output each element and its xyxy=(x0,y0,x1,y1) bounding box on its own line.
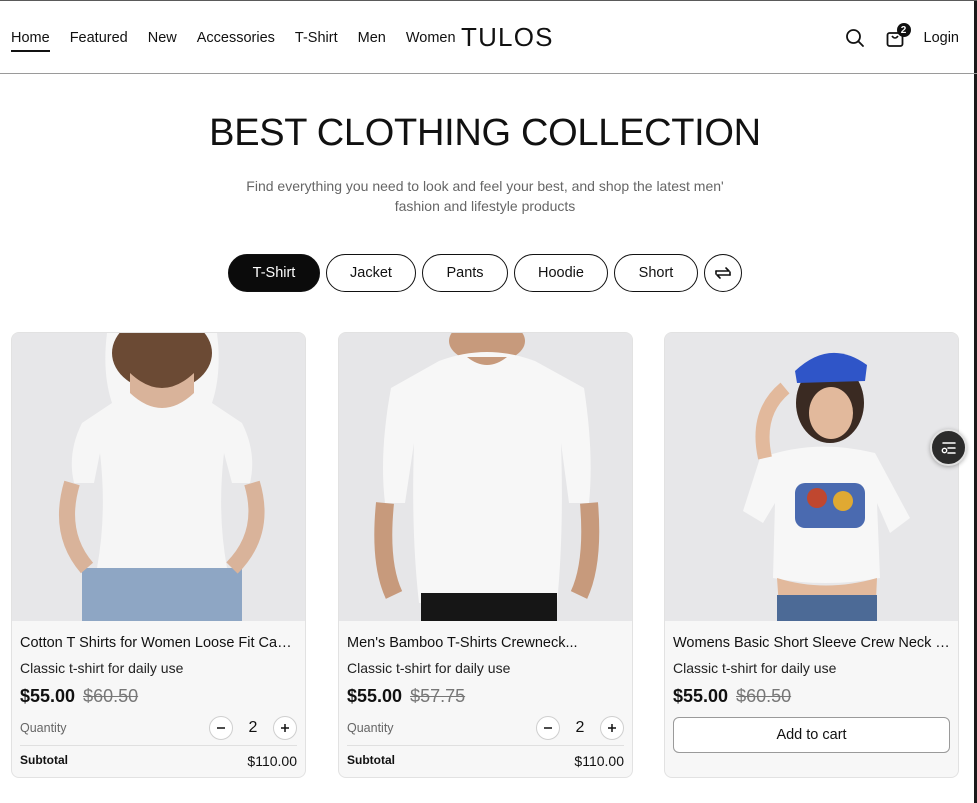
product-description: Classic t-shirt for daily use xyxy=(673,660,837,676)
nav-new[interactable]: New xyxy=(148,29,177,52)
quantity-label: Quantity xyxy=(20,721,67,735)
search-button[interactable] xyxy=(842,25,868,51)
plus-icon xyxy=(281,724,289,732)
swap-arrows-icon xyxy=(715,267,731,279)
add-to-cart-button[interactable]: Add to cart xyxy=(673,717,950,753)
product-price: $55.00 xyxy=(673,686,729,706)
category-filters: T-Shirt Jacket Pants Hoodie Short xyxy=(228,254,742,292)
product-title[interactable]: Cotton T Shirts for Women Loose Fit Casu… xyxy=(20,635,297,651)
subtotal-row: Subtotal $110.00 xyxy=(347,745,624,769)
cart-button[interactable]: 2 xyxy=(882,23,911,51)
filter-tshirt[interactable]: T-Shirt xyxy=(228,254,320,292)
minus-icon xyxy=(217,727,225,729)
nav-men[interactable]: Men xyxy=(358,29,386,52)
quantity-label: Quantity xyxy=(347,721,394,735)
product-image[interactable] xyxy=(339,333,632,621)
product-image[interactable] xyxy=(12,333,305,621)
product-price: $55.00 xyxy=(347,686,403,706)
hero-title: BEST CLOTHING COLLECTION xyxy=(209,112,761,154)
decrease-button[interactable] xyxy=(536,716,560,740)
price-row: $55.00 $60.50 xyxy=(673,686,950,707)
filter-short[interactable]: Short xyxy=(614,254,698,292)
decrease-button[interactable] xyxy=(209,716,233,740)
product-image[interactable] xyxy=(665,333,958,621)
filter-jacket[interactable]: Jacket xyxy=(326,254,416,292)
product-old-price: $60.50 xyxy=(736,686,792,706)
filter-hoodie[interactable]: Hoodie xyxy=(514,254,608,292)
price-row: $55.00 $57.75 xyxy=(347,686,624,707)
subtotal-label: Subtotal xyxy=(347,753,395,767)
filter-pants[interactable]: Pants xyxy=(422,254,508,292)
plus-icon xyxy=(608,724,616,732)
nav-women[interactable]: Women xyxy=(406,29,456,52)
increase-button[interactable] xyxy=(600,716,624,740)
header-actions: 2 Login xyxy=(842,23,959,51)
increase-button[interactable] xyxy=(273,716,297,740)
more-filters-button[interactable] xyxy=(704,254,742,292)
main-nav: Home Featured New Accessories T-Shirt Me… xyxy=(11,29,476,52)
cart-count-badge: 2 xyxy=(896,23,911,37)
quantity-value: 2 xyxy=(248,719,258,736)
nav-home[interactable]: Home xyxy=(11,29,50,52)
subtotal-label: Subtotal xyxy=(20,753,68,767)
product-old-price: $57.75 xyxy=(410,686,466,706)
quantity-stepper: 2 xyxy=(536,716,624,740)
top-navbar: Home Featured New Accessories T-Shirt Me… xyxy=(0,0,977,74)
nav-tshirt[interactable]: T-Shirt xyxy=(295,29,338,52)
search-icon xyxy=(845,29,864,47)
quantity-row: Quantity 2 xyxy=(347,715,624,741)
product-card[interactable]: Men's Bamboo T-Shirts Crewneck... Classi… xyxy=(338,332,633,778)
brand-logo[interactable]: TULOS xyxy=(461,22,554,53)
filter-list-icon xyxy=(941,441,956,454)
product-price: $55.00 xyxy=(20,686,76,706)
product-title[interactable]: Men's Bamboo T-Shirts Crewneck... xyxy=(347,635,624,651)
nav-featured[interactable]: Featured xyxy=(70,29,128,52)
login-link[interactable]: Login xyxy=(924,30,959,46)
price-row: $55.00 $60.50 xyxy=(20,686,297,707)
quantity-row: Quantity 2 xyxy=(20,715,297,741)
product-old-price: $60.50 xyxy=(83,686,139,706)
product-card[interactable]: Womens Basic Short Sleeve Crew Neck T...… xyxy=(664,332,959,778)
product-card[interactable]: Cotton T Shirts for Women Loose Fit Casu… xyxy=(11,332,306,778)
subtotal-value: $110.00 xyxy=(247,753,297,769)
product-title[interactable]: Womens Basic Short Sleeve Crew Neck T... xyxy=(673,635,950,651)
nav-accessories[interactable]: Accessories xyxy=(197,29,275,52)
quantity-stepper: 2 xyxy=(209,716,297,740)
subtotal-value: $110.00 xyxy=(574,753,624,769)
floating-filter-button[interactable] xyxy=(930,429,967,466)
hero-subtitle: Find everything you need to look and fee… xyxy=(246,178,724,214)
quantity-value: 2 xyxy=(575,719,585,736)
minus-icon xyxy=(544,727,552,729)
product-description: Classic t-shirt for daily use xyxy=(347,660,511,676)
subtotal-row: Subtotal $110.00 xyxy=(20,745,297,769)
product-description: Classic t-shirt for daily use xyxy=(20,660,184,676)
